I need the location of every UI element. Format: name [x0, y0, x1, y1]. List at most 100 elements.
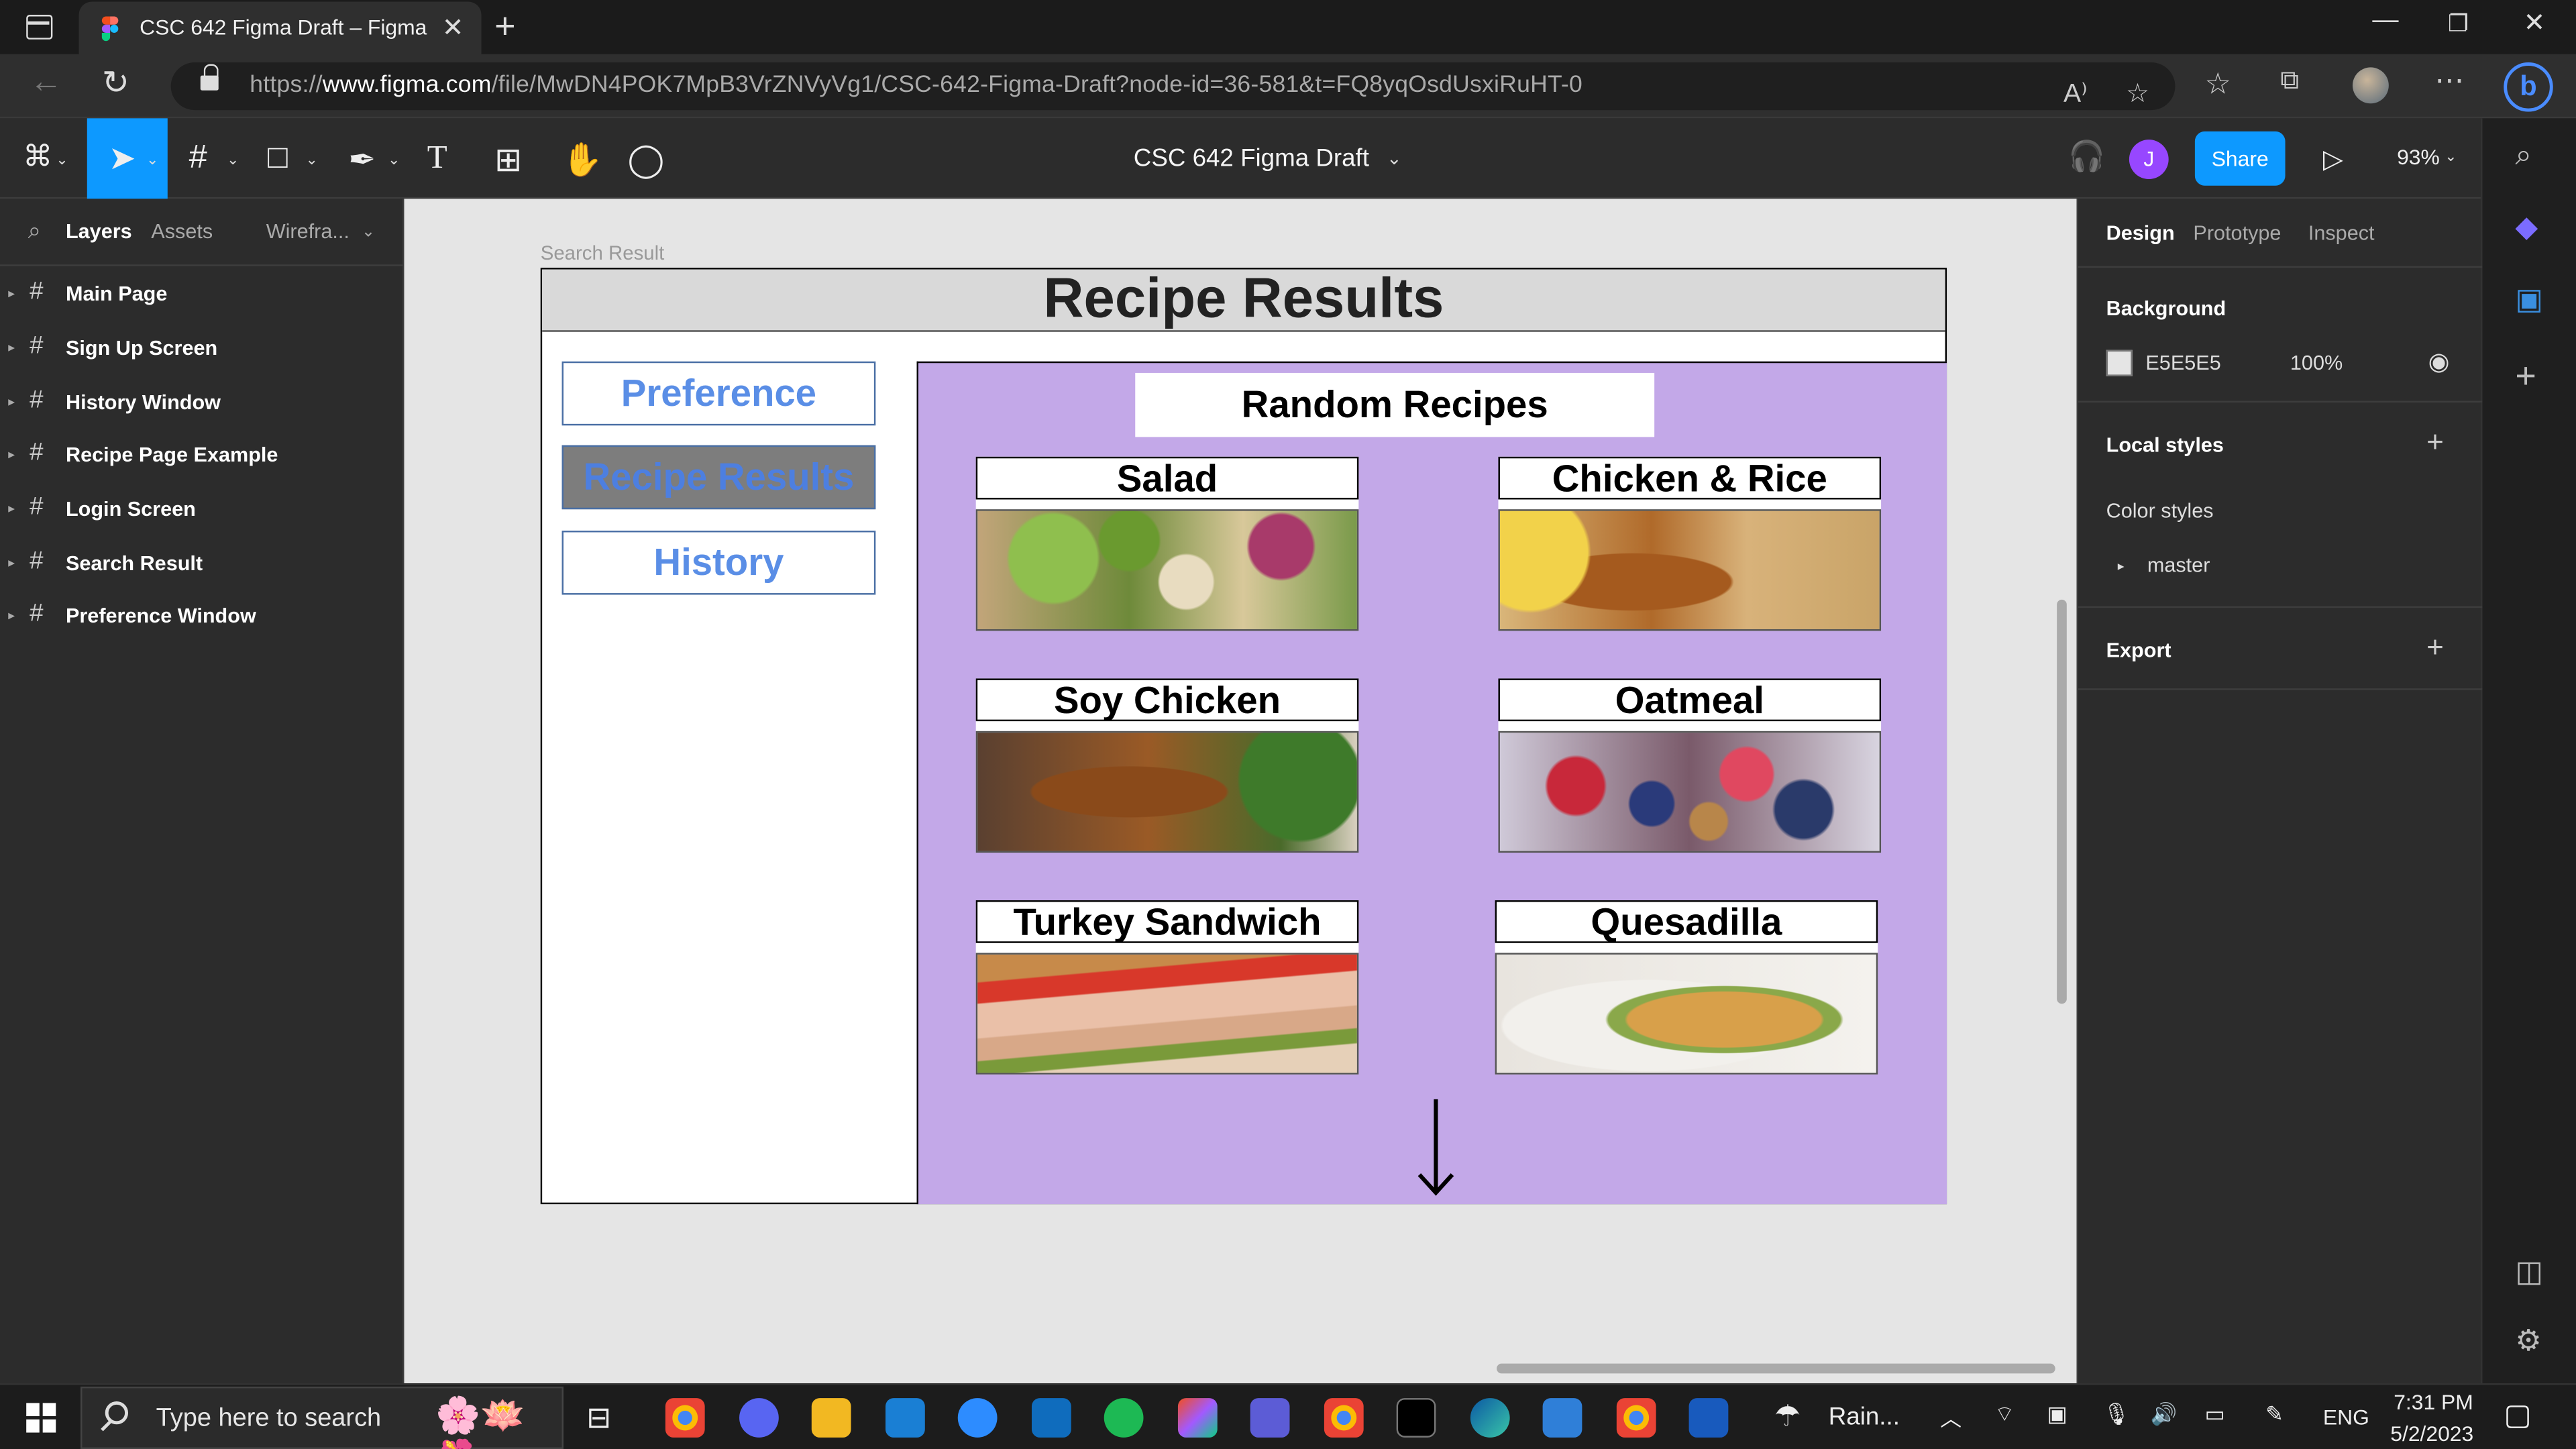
app-icon[interactable]	[1250, 1398, 1290, 1438]
tab-prototype[interactable]: Prototype	[2193, 222, 2281, 245]
chrome-icon[interactable]	[1616, 1398, 1656, 1438]
task-view-icon[interactable]: ⊟	[586, 1401, 611, 1436]
language-indicator[interactable]: ENG	[2323, 1405, 2369, 1430]
color-style-item[interactable]: master	[2147, 553, 2210, 576]
expand-arrow-icon[interactable]: ▸	[8, 608, 15, 623]
network-icon[interactable]: ⌔	[1994, 1401, 2015, 1428]
expand-arrow-icon[interactable]: ▸	[2118, 559, 2125, 574]
search-result-frame[interactable]: Recipe Results Preference Recipe Results…	[540, 268, 1947, 1205]
recipe-card[interactable]: Oatmeal	[1498, 678, 1882, 853]
word-icon[interactable]	[1688, 1398, 1729, 1438]
edge-icon[interactable]	[1470, 1398, 1510, 1438]
move-tool-button[interactable]: ➤ ⌄	[87, 118, 168, 199]
layer-item[interactable]: ▸ # Preference Window	[0, 590, 404, 644]
restore-icon[interactable]: ❐	[2448, 10, 2469, 38]
discord-icon[interactable]	[739, 1398, 779, 1438]
read-aloud-icon[interactable]: A⁾	[2063, 77, 2088, 110]
favorite-add-icon[interactable]: ☆	[2126, 77, 2149, 110]
spotify-icon[interactable]	[1104, 1398, 1144, 1438]
back-icon[interactable]: ←	[30, 64, 62, 102]
add-icon[interactable]: +	[2515, 355, 2536, 398]
expand-arrow-icon[interactable]: ▸	[8, 286, 15, 301]
reload-icon[interactable]: ↻	[102, 62, 129, 103]
history-button[interactable]: History	[561, 531, 876, 595]
expand-arrow-icon[interactable]: ▸	[8, 555, 15, 570]
sidebar-toggle-icon[interactable]	[26, 15, 53, 40]
file-explorer-icon[interactable]	[811, 1398, 851, 1438]
recipe-card[interactable]: Turkey Sandwich	[975, 900, 1359, 1075]
bing-copilot-icon[interactable]: b	[2504, 62, 2553, 112]
vscode-icon[interactable]	[885, 1398, 925, 1438]
volume-icon[interactable]: 🔊	[2151, 1401, 2178, 1428]
present-play-icon[interactable]: ▷	[2323, 143, 2343, 176]
favorites-icon[interactable]: ☆	[2205, 67, 2232, 101]
recipe-card[interactable]: Soy Chicken	[975, 678, 1359, 853]
url-field[interactable]: https://www.figma.com/file/MwDN4POK7MpB3…	[170, 62, 2176, 111]
tab-layers[interactable]: Layers	[66, 220, 132, 243]
terminal-icon[interactable]	[1396, 1398, 1436, 1438]
microphone-icon[interactable]: 🎙	[2103, 1401, 2130, 1428]
layer-item[interactable]: ▸ # Search Result	[0, 537, 404, 592]
figma-menu-icon[interactable]: ⌘	[23, 140, 52, 174]
background-hex-field[interactable]: E5E5E5	[2145, 352, 2220, 374]
search-icon[interactable]: ⌕	[2515, 138, 2532, 172]
layer-item[interactable]: ▸ # Main Page	[0, 268, 404, 322]
pen-tool-icon[interactable]: ✒	[348, 140, 376, 180]
tab-inspect[interactable]: Inspect	[2308, 222, 2375, 245]
chevron-down-icon[interactable]: ⌄	[2445, 148, 2457, 166]
chevron-down-icon[interactable]: ⌄	[227, 151, 239, 169]
outlook-icon[interactable]: ▣	[2515, 282, 2543, 317]
headphones-icon[interactable]: 🎧	[2068, 140, 2105, 174]
camera-icon[interactable]: ▣	[2047, 1401, 2067, 1428]
layer-item[interactable]: ▸ # History Window	[0, 376, 404, 431]
battery-icon[interactable]: ▭	[2205, 1401, 2225, 1428]
hand-tool-icon[interactable]: ✋	[562, 140, 603, 180]
frame-label[interactable]: Search Result	[541, 241, 665, 264]
share-button[interactable]: Share	[2194, 131, 2286, 186]
expand-arrow-icon[interactable]: ▸	[8, 447, 15, 462]
chevron-down-icon[interactable]: ⌄	[56, 151, 68, 169]
zoom-icon[interactable]	[957, 1398, 998, 1438]
rectangle-tool-icon[interactable]: □	[268, 140, 288, 177]
taskbar-search-input[interactable]: Type here to search 🌸🪷🌺	[80, 1386, 564, 1449]
recipe-card[interactable]: Salad	[975, 456, 1359, 631]
document-title[interactable]: CSC 642 Figma Draft	[1134, 145, 1369, 173]
pen-icon[interactable]: ✎	[2265, 1401, 2284, 1428]
clock-time[interactable]: 7:31 PM	[2394, 1390, 2473, 1415]
layer-item[interactable]: ▸ # Sign Up Screen	[0, 322, 404, 376]
layer-item[interactable]: ▸ # Recipe Page Example	[0, 429, 404, 483]
background-color-swatch[interactable]	[2106, 350, 2133, 376]
more-menu-icon[interactable]: ⋯	[2434, 64, 2464, 99]
horizontal-scrollbar[interactable]	[1497, 1363, 2055, 1374]
background-opacity-field[interactable]: 100%	[2290, 352, 2343, 374]
app-icon[interactable]	[1177, 1398, 1218, 1438]
collections-icon[interactable]: ⧉	[2280, 67, 2299, 97]
expand-arrow-icon[interactable]: ▸	[8, 501, 15, 516]
settings-gear-icon[interactable]: ⚙	[2515, 1324, 2542, 1358]
expand-arrow-icon[interactable]: ▸	[8, 394, 15, 409]
profile-avatar[interactable]	[2352, 67, 2389, 104]
frame-tool-icon[interactable]: #	[189, 140, 207, 177]
visibility-eye-icon[interactable]: ◉	[2428, 347, 2450, 376]
design-canvas[interactable]: Search Result Recipe Results Preference …	[404, 199, 2077, 1384]
windows-start-icon[interactable]	[26, 1403, 56, 1433]
layer-item[interactable]: ▸ # Login Screen	[0, 483, 404, 537]
vertical-scrollbar[interactable]	[2057, 599, 2067, 1004]
browser-tab[interactable]: CSC 642 Figma Draft – Figma ✕	[78, 1, 482, 54]
preference-button[interactable]: Preference	[561, 361, 876, 426]
comment-icon[interactable]: ◯	[628, 140, 665, 180]
resources-icon[interactable]: ⊞	[494, 140, 522, 180]
chrome-icon[interactable]	[1324, 1398, 1364, 1438]
scroll-down-arrow-icon[interactable]	[1416, 1099, 1456, 1197]
chevron-down-icon[interactable]: ⌄	[388, 151, 400, 169]
chrome-icon[interactable]	[665, 1398, 705, 1438]
weather-text[interactable]: Rain...	[1829, 1403, 1900, 1431]
tab-assets[interactable]: Assets	[151, 220, 213, 243]
recipe-card[interactable]: Chicken & Rice	[1498, 456, 1882, 631]
new-tab-icon[interactable]: +	[494, 5, 515, 48]
chevron-down-icon[interactable]: ⌄	[362, 223, 376, 241]
search-icon[interactable]: ⌕	[28, 217, 41, 245]
photos-icon[interactable]	[1542, 1398, 1582, 1438]
copilot-app-icon[interactable]: ◆	[2515, 210, 2538, 244]
chevron-down-icon[interactable]: ⌄	[306, 151, 318, 169]
